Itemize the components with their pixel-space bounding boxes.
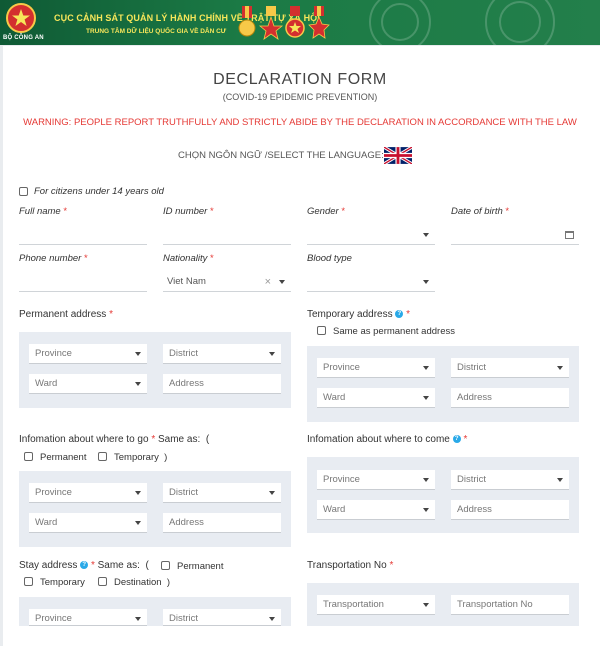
go-ward-select[interactable]: Ward <box>29 513 147 533</box>
blood-type-label: Blood type <box>307 253 352 264</box>
transportation-type-select[interactable]: Transportation <box>317 595 435 615</box>
id-number-input[interactable] <box>163 225 291 245</box>
chevron-down-icon <box>423 233 429 237</box>
transportation-label: Transportation No * <box>307 560 394 571</box>
where-to-come-label: Infomation about where to come ? * <box>307 434 468 445</box>
under-14-label: For citizens under 14 years old <box>34 186 164 197</box>
permanent-district-select[interactable]: District <box>163 344 281 364</box>
chevron-down-icon <box>279 280 285 284</box>
transportation-no-input[interactable]: Transportation No <box>451 595 569 615</box>
info-icon[interactable]: ? <box>80 561 89 570</box>
go-temporary-label: Temporary ) <box>114 452 168 463</box>
nationality-select[interactable]: Viet Nam × <box>163 272 291 292</box>
chevron-down-icon <box>135 491 141 495</box>
emblem-label: BỘ CÔNG AN <box>3 35 44 41</box>
stay-destination-label: Destination ) <box>114 577 170 588</box>
phone-label: Phone number * <box>19 253 88 264</box>
chevron-down-icon <box>423 603 429 607</box>
chevron-down-icon <box>135 617 141 621</box>
header-background-pattern <box>369 0 555 45</box>
chevron-down-icon <box>135 521 141 525</box>
temporary-address-label: Temporary address ? * <box>307 309 411 320</box>
go-temporary-checkbox[interactable] <box>98 452 107 461</box>
come-province-select[interactable]: Province <box>317 470 435 490</box>
temporary-province-select[interactable]: Province <box>317 358 435 378</box>
stay-permanent-label: Permanent <box>177 561 224 572</box>
temporary-district-select[interactable]: District <box>451 358 569 378</box>
police-emblem-icon <box>6 3 36 33</box>
stay-province-select[interactable]: Province <box>29 609 147 626</box>
chevron-down-icon <box>269 352 275 356</box>
permanent-ward-select[interactable]: Ward <box>29 374 147 394</box>
medals-icon <box>238 6 330 40</box>
go-permanent-label: Permanent <box>40 452 87 463</box>
full-name-label: Full name * <box>19 206 68 217</box>
stay-temporary-checkbox[interactable] <box>24 577 33 586</box>
phone-input[interactable] <box>19 272 147 292</box>
temporary-address-input[interactable]: Address <box>451 388 569 408</box>
gender-select[interactable] <box>307 225 435 245</box>
info-icon[interactable]: ? <box>452 435 461 444</box>
stay-destination-checkbox[interactable] <box>98 577 107 586</box>
permanent-address-label: Permanent address * <box>19 309 113 320</box>
page-title: DECLARATION FORM <box>213 71 387 88</box>
come-ward-select[interactable]: Ward <box>317 500 435 520</box>
go-province-select[interactable]: Province <box>29 483 147 503</box>
id-number-label: ID number * <box>163 206 214 217</box>
chevron-down-icon <box>557 366 563 370</box>
chevron-down-icon <box>557 478 563 482</box>
uk-flag-icon[interactable] <box>384 147 412 164</box>
chevron-down-icon <box>423 478 429 482</box>
page-subtitle: (COVID-19 EPIDEMIC PREVENTION) <box>222 92 378 102</box>
permanent-province-select[interactable]: Province <box>29 344 147 364</box>
chevron-down-icon <box>423 508 429 512</box>
site-header: BỘ CÔNG AN CỤC CẢNH SÁT QUẢN LÝ HÀNH CHÍ… <box>0 0 600 45</box>
language-label: CHỌN NGÔN NGỮ /SELECT THE LANGUAGE: <box>178 150 384 161</box>
come-district-select[interactable]: District <box>451 470 569 490</box>
under-14-checkbox[interactable] <box>19 187 28 196</box>
chevron-down-icon <box>423 280 429 284</box>
blood-type-select[interactable] <box>307 272 435 292</box>
chevron-down-icon <box>423 366 429 370</box>
full-name-input[interactable] <box>19 225 147 245</box>
calendar-icon[interactable] <box>565 231 574 239</box>
go-district-select[interactable]: District <box>163 483 281 503</box>
stay-permanent-checkbox[interactable] <box>161 561 170 570</box>
nationality-value: Viet Nam <box>167 276 206 287</box>
gender-label: Gender * <box>307 206 346 217</box>
header-subtitle: TRUNG TÂM DỮ LIỆU QUỐC GIA VỀ DÂN CƯ <box>86 28 227 35</box>
go-permanent-checkbox[interactable] <box>24 452 33 461</box>
temporary-ward-select[interactable]: Ward <box>317 388 435 408</box>
come-address-input[interactable]: Address <box>451 500 569 520</box>
where-to-come-panel <box>307 457 579 533</box>
chevron-down-icon <box>269 617 275 621</box>
same-as-permanent-checkbox[interactable] <box>317 326 326 335</box>
permanent-address-input[interactable]: Address <box>163 374 281 394</box>
stay-address-label: Stay address ? * Same as: ( <box>19 560 149 571</box>
stay-temporary-label: Temporary <box>40 577 85 588</box>
chevron-down-icon <box>423 396 429 400</box>
info-icon[interactable]: ? <box>395 310 404 319</box>
go-address-input[interactable]: Address <box>163 513 281 533</box>
chevron-down-icon <box>135 382 141 386</box>
stay-district-select[interactable]: District <box>163 609 281 626</box>
clear-icon[interactable]: × <box>265 272 271 291</box>
warning-text: WARNING: PEOPLE REPORT TRUTHFULLY AND ST… <box>23 117 577 128</box>
same-as-permanent-label: Same as permanent address <box>333 326 455 337</box>
chevron-down-icon <box>135 352 141 356</box>
dob-input[interactable] <box>451 225 579 245</box>
dob-label: Date of birth * <box>451 206 510 217</box>
chevron-down-icon <box>269 491 275 495</box>
nationality-label: Nationality * <box>163 253 214 264</box>
where-to-go-label: Infomation about where to go * Same as: … <box>19 434 210 445</box>
